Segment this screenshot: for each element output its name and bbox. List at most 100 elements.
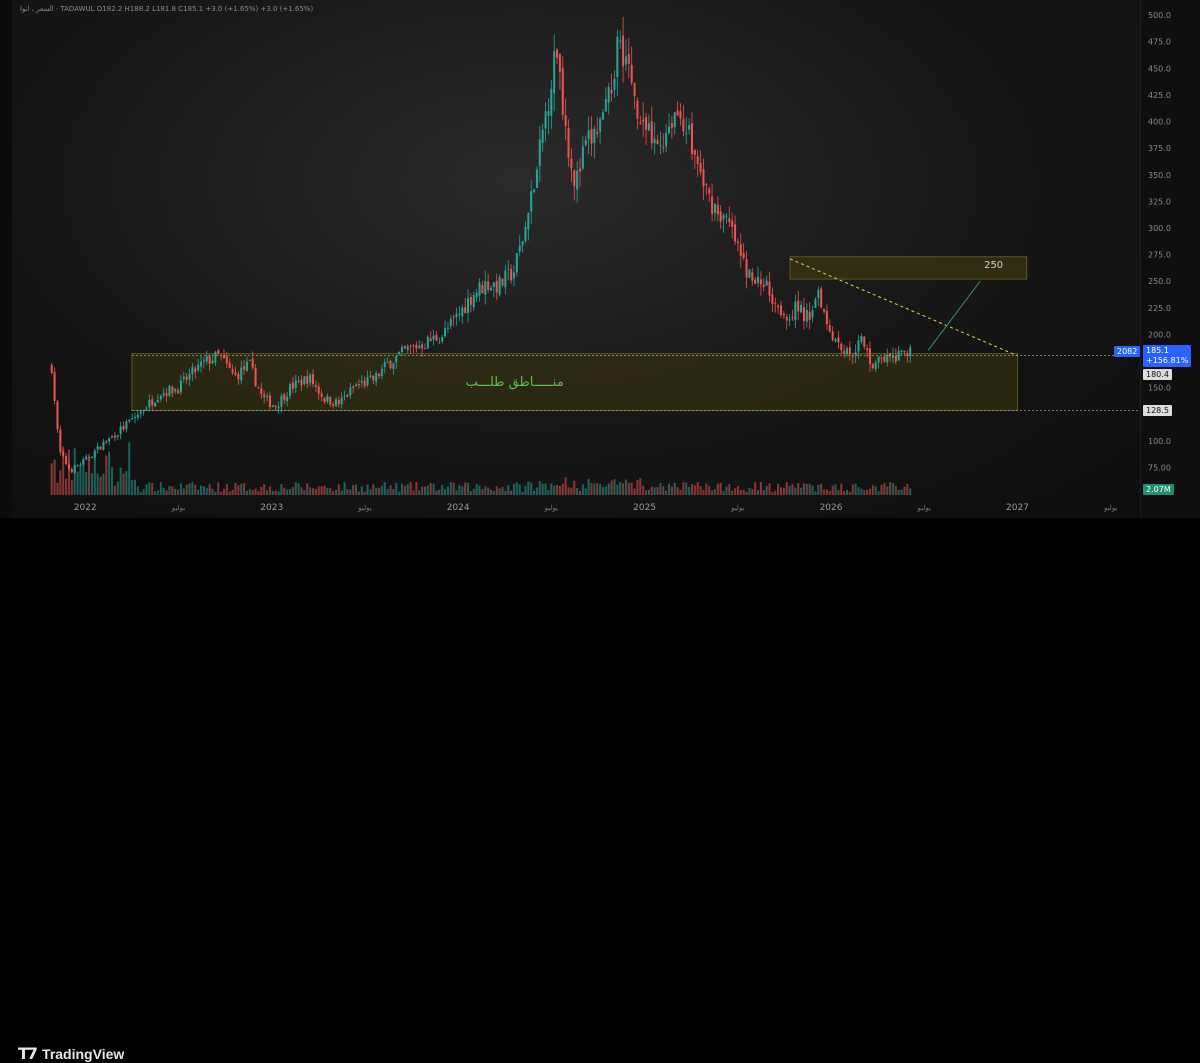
candle-body bbox=[802, 307, 805, 321]
candle-body bbox=[418, 345, 421, 349]
volume-bar bbox=[309, 487, 312, 495]
candle-body bbox=[590, 128, 593, 144]
candle-body bbox=[334, 399, 337, 407]
candle-body bbox=[682, 118, 685, 132]
candle-body bbox=[133, 416, 136, 419]
candle-body bbox=[452, 316, 455, 318]
volume-bar bbox=[165, 490, 168, 495]
candle-body bbox=[349, 387, 352, 396]
candle-body bbox=[515, 253, 518, 273]
candle-body bbox=[535, 169, 538, 188]
volume-bar bbox=[88, 458, 91, 495]
volume-bar bbox=[441, 484, 444, 495]
y-tick-label: 325.0 bbox=[1148, 197, 1171, 206]
volume-bar bbox=[156, 490, 159, 495]
y-tick-label: 300.0 bbox=[1148, 224, 1171, 233]
volume-bar bbox=[863, 490, 866, 495]
last-price-tag: 185.1 +156.81% bbox=[1143, 345, 1192, 367]
volume-bar bbox=[93, 453, 96, 495]
candle-body bbox=[579, 168, 582, 172]
candle-body bbox=[360, 381, 363, 383]
candle-body bbox=[352, 386, 355, 388]
volume-bar bbox=[280, 484, 283, 495]
candle-body bbox=[668, 126, 671, 133]
volume-bar bbox=[696, 482, 699, 495]
candle-body bbox=[217, 350, 220, 354]
candle-body bbox=[696, 156, 699, 164]
volume-bar bbox=[725, 486, 728, 495]
candle-body bbox=[90, 456, 93, 458]
volume-bar bbox=[128, 442, 131, 495]
candle-body bbox=[811, 310, 814, 318]
candle-body bbox=[240, 367, 243, 381]
chart-frame: منـــــاطق طلـــب 250 500.0 475.0 450.0 425.… bbox=[0, 0, 1200, 555]
volume-bar bbox=[685, 482, 688, 495]
last-change: +156.81% bbox=[1146, 356, 1189, 365]
volume-bar bbox=[765, 486, 768, 495]
volume-bar bbox=[673, 482, 676, 495]
candle-body bbox=[332, 404, 335, 406]
candle-body bbox=[889, 353, 892, 357]
volume-bar bbox=[467, 482, 470, 495]
candle-body bbox=[108, 437, 111, 442]
volume-bar bbox=[779, 487, 782, 495]
volume-bar bbox=[814, 491, 817, 495]
candle-body bbox=[662, 147, 665, 149]
candle-body bbox=[50, 364, 53, 373]
volume-bar bbox=[512, 483, 515, 495]
x-tick-label: 2025 bbox=[633, 503, 656, 513]
candle-body bbox=[607, 87, 610, 103]
volume-bar bbox=[777, 483, 780, 495]
volume-bar bbox=[429, 482, 432, 495]
candle-body bbox=[263, 394, 266, 398]
volume-bar bbox=[670, 486, 673, 495]
volume-bar bbox=[561, 483, 564, 495]
candle-body bbox=[177, 390, 180, 394]
volume-bar bbox=[535, 487, 538, 495]
candle-body bbox=[372, 375, 375, 381]
volume-bar bbox=[412, 490, 415, 495]
candle-body bbox=[326, 395, 329, 402]
candle-body bbox=[314, 384, 317, 387]
volume-bar bbox=[538, 481, 541, 495]
volume-bar bbox=[435, 490, 438, 495]
candle-body bbox=[840, 343, 843, 351]
volume-bar bbox=[599, 483, 602, 495]
candle-body bbox=[355, 384, 358, 387]
volume-bar bbox=[375, 487, 378, 495]
candle-body bbox=[848, 347, 851, 355]
candle-body bbox=[504, 270, 507, 288]
volume-bar bbox=[682, 482, 685, 495]
footer-bar: T7 TradingView bbox=[0, 518, 1200, 1063]
volume-bar bbox=[142, 489, 145, 495]
candle-body bbox=[601, 112, 604, 120]
volume-bar bbox=[782, 487, 785, 495]
volume-bar bbox=[645, 490, 648, 495]
volume-bar bbox=[613, 479, 616, 495]
candle-body bbox=[670, 123, 673, 128]
candle-body bbox=[564, 115, 567, 126]
volume-bar bbox=[444, 489, 447, 495]
candle-body bbox=[782, 313, 785, 316]
volume-bar bbox=[452, 482, 455, 495]
candle-body bbox=[613, 78, 616, 91]
candle-body bbox=[805, 309, 808, 322]
candle-body bbox=[779, 305, 782, 316]
x-tick-label: 2022 bbox=[74, 503, 97, 513]
candle-body bbox=[573, 170, 576, 187]
volume-bar bbox=[311, 488, 315, 495]
volume-bar bbox=[159, 482, 162, 495]
candle-body bbox=[231, 368, 234, 374]
volume-bar bbox=[903, 486, 906, 495]
candle-body bbox=[467, 298, 470, 313]
candle-body bbox=[139, 411, 142, 414]
volume-bar bbox=[871, 485, 874, 495]
tradingview-logo[interactable]: T7 TradingView bbox=[18, 1044, 124, 1063]
candle-body bbox=[636, 100, 639, 119]
candle-body bbox=[550, 88, 553, 116]
x-tick-label: 2027 bbox=[1006, 503, 1029, 513]
volume-bar bbox=[251, 490, 254, 495]
ohlc-legend: السعر ، انوا · TADAWUL O182.2 H188.2 L18… bbox=[20, 5, 314, 13]
volume-bar bbox=[627, 482, 630, 495]
candle-body bbox=[378, 373, 381, 376]
